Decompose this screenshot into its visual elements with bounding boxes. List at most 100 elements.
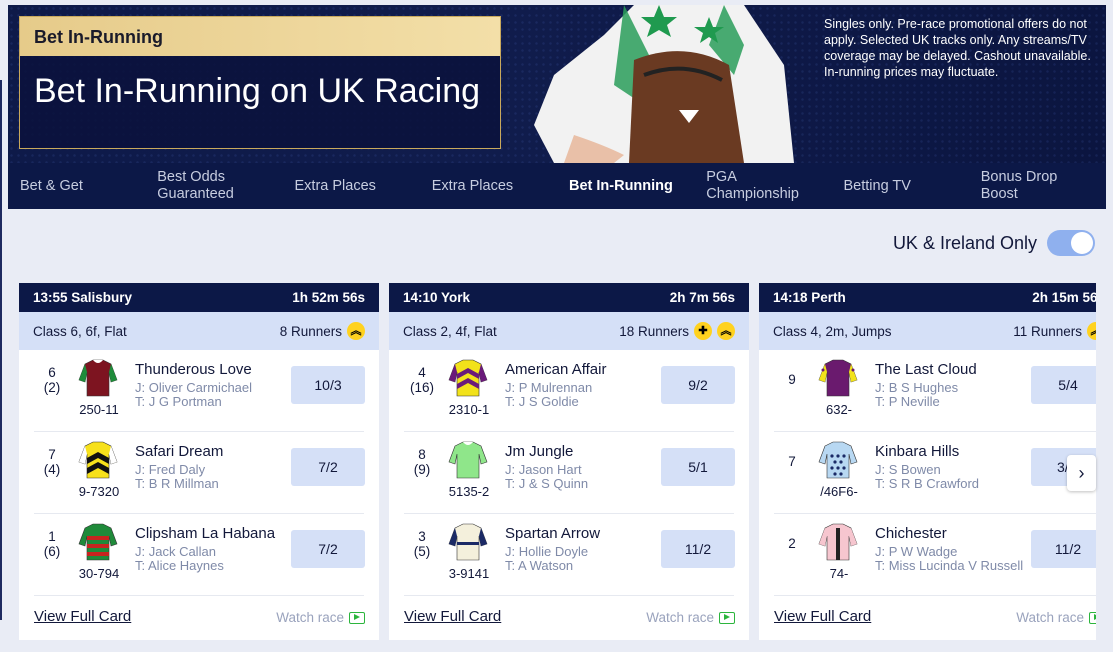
nav-item-extra-places[interactable]: Extra Places — [283, 163, 420, 209]
trainer-name: T: B R Millman — [135, 476, 219, 491]
race-card: 14:18 Perth 2h 15m 56s Class 4, 2m, Jump… — [759, 283, 1096, 640]
carousel-next-button[interactable]: › — [1067, 455, 1096, 491]
jockey-name: J: Fred Daly — [135, 462, 206, 477]
odds-button[interactable]: 7/2 — [291, 530, 365, 568]
draw-number: (6) — [43, 544, 61, 559]
race-info: Class 4, 2m, Jumps — [773, 323, 892, 339]
odds-button[interactable]: 5/4 — [1031, 366, 1096, 404]
trainer-name: T: J S Goldie — [505, 394, 579, 409]
runner-form: /46F6- — [820, 484, 858, 499]
runner-form: 74- — [829, 566, 849, 581]
play-icon — [349, 611, 365, 624]
banner-title: Bet In-Running on UK Racing — [34, 72, 481, 110]
odds-button[interactable]: 11/2 — [1031, 530, 1096, 568]
nav-item-pga[interactable]: PGA Championship — [694, 163, 831, 209]
nav-item-betting-tv[interactable]: Betting TV — [832, 163, 969, 209]
race-countdown: 1h 52m 56s — [292, 290, 365, 305]
saddle-cloth-number: 1 — [48, 529, 56, 544]
horse-name[interactable]: The Last Cloud — [875, 361, 977, 378]
nav-item-bet-in-running[interactable]: Bet In-Running — [557, 163, 694, 209]
runner-number: 1 (6) — [39, 529, 65, 559]
runner-number: 8 (9) — [409, 447, 435, 477]
runner-row: 7 (4) 9-7320 Safari Dream J: Fred Daly T:… — [19, 432, 379, 514]
saddle-cloth-number: 2 — [788, 536, 796, 551]
odds-button[interactable]: 9/2 — [661, 366, 735, 404]
odds-button[interactable]: 5/1 — [661, 448, 735, 486]
race-time-venue: 14:18 Perth — [773, 290, 846, 305]
horse-name[interactable]: Kinbara Hills — [875, 443, 959, 460]
horse-name[interactable]: Chichester — [875, 525, 947, 542]
runners-count: 11 Runners — [1013, 323, 1082, 339]
runner-row: 2 74- Chichester J: P W Wadge T: Miss Lu… — [759, 514, 1096, 596]
page-edge — [0, 80, 2, 620]
draw-number: (4) — [43, 462, 61, 477]
race-info: Class 6, 6f, Flat — [33, 323, 127, 339]
runner-form: 632- — [825, 402, 853, 417]
draw-number: (9) — [413, 462, 431, 477]
race-info-bar: Class 2, 4f, Flat 18 Runners ✚ ︽ — [389, 312, 749, 350]
nav-item-bet-get[interactable]: Bet & Get — [8, 163, 145, 209]
watch-race-link[interactable]: Watch race — [276, 610, 365, 625]
row-divider — [774, 595, 1096, 596]
race-header[interactable]: 13:55 Salisbury 1h 52m 56s — [19, 283, 379, 312]
plus-icon: ✚ — [694, 322, 712, 340]
trainer-name: T: Miss Lucinda V Russell — [875, 558, 1024, 573]
odds-button[interactable]: 11/2 — [661, 530, 735, 568]
runner-number: 2 — [779, 536, 805, 551]
race-info: Class 2, 4f, Flat — [403, 323, 497, 339]
jockey-name: J: Hollie Doyle — [505, 544, 589, 559]
nav-item-bonus-drop[interactable]: Bonus Drop Boost — [969, 163, 1106, 209]
race-header[interactable]: 14:10 York 2h 7m 56s — [389, 283, 749, 312]
row-divider — [34, 595, 364, 596]
runner-row: 4 (16) 2310-1 American Affair J: P Mulren… — [389, 350, 749, 432]
race-time-venue: 13:55 Salisbury — [33, 290, 133, 305]
view-full-card-link[interactable]: View Full Card — [34, 608, 131, 625]
race-card-footer: View Full Card Watch race — [759, 599, 1096, 635]
view-full-card-link[interactable]: View Full Card — [774, 608, 871, 625]
chevron-up-icon: ︽ — [347, 322, 365, 340]
horse-name[interactable]: Thunderous Love — [135, 361, 252, 378]
race-header[interactable]: 14:18 Perth 2h 15m 56s — [759, 283, 1096, 312]
race-countdown: 2h 7m 56s — [669, 290, 735, 305]
runner-row: 8 (9) 5135-2 Jm Jungle J: Jason Hart T: J… — [389, 432, 749, 514]
horse-name[interactable]: Spartan Arrow — [505, 525, 600, 542]
watch-race-link[interactable]: Watch race — [1016, 610, 1096, 625]
race-cards: 13:55 Salisbury 1h 52m 56s Class 6, 6f, … — [19, 283, 1096, 643]
odds-button[interactable]: 7/2 — [291, 448, 365, 486]
runner-row: 7 /46F6- Kinbara Hills J: S Bowen T: S R… — [759, 432, 1096, 514]
saddle-cloth-number: 9 — [788, 372, 796, 387]
promo-banner: Bet In-Running Bet In-Running on UK Raci… — [8, 5, 1106, 163]
runner-form: 9-7320 — [78, 484, 120, 499]
view-full-card-link[interactable]: View Full Card — [404, 608, 501, 625]
horse-name[interactable]: Clipsham La Habana — [135, 525, 275, 542]
jockey-name: J: S Bowen — [875, 462, 941, 477]
jockey-name: J: Jack Callan — [135, 544, 216, 559]
nav-item-extra-places-2[interactable]: Extra Places — [420, 163, 557, 209]
jockey-name: J: Jason Hart — [505, 462, 582, 477]
runner-row: 1 (6) 30-794 Clipsham La Habana J: Jack C… — [19, 514, 379, 596]
horse-name[interactable]: Safari Dream — [135, 443, 223, 460]
watch-race-link[interactable]: Watch race — [646, 610, 735, 625]
row-divider — [404, 595, 734, 596]
silks-icon — [818, 359, 858, 397]
horse-name[interactable]: Jm Jungle — [505, 443, 573, 460]
runner-number: 7 (4) — [39, 447, 65, 477]
race-card-footer: View Full Card Watch race — [19, 599, 379, 635]
watch-race-label: Watch race — [276, 610, 344, 625]
runner-row: 3 (5) 3-9141 Spartan Arrow J: Hollie Doyl… — [389, 514, 749, 596]
toggle-knob — [1071, 232, 1093, 254]
draw-number: (16) — [409, 380, 434, 395]
jockey-name: J: P W Wadge — [875, 544, 958, 559]
nav-item-best-odds[interactable]: Best Odds Guaranteed — [145, 163, 282, 209]
runner-number: 6 (2) — [39, 365, 65, 395]
race-time-venue: 14:10 York — [403, 290, 471, 305]
uk-ireland-toggle[interactable] — [1047, 230, 1095, 256]
region-filter: UK & Ireland Only — [893, 230, 1095, 256]
odds-button[interactable]: 10/3 — [291, 366, 365, 404]
runner-form: 2310-1 — [448, 402, 490, 417]
horse-name[interactable]: American Affair — [505, 361, 606, 378]
race-card-footer: View Full Card Watch race — [389, 599, 749, 635]
runner-form: 3-9141 — [448, 566, 490, 581]
saddle-cloth-number: 8 — [418, 447, 426, 462]
saddle-cloth-number: 7 — [48, 447, 56, 462]
